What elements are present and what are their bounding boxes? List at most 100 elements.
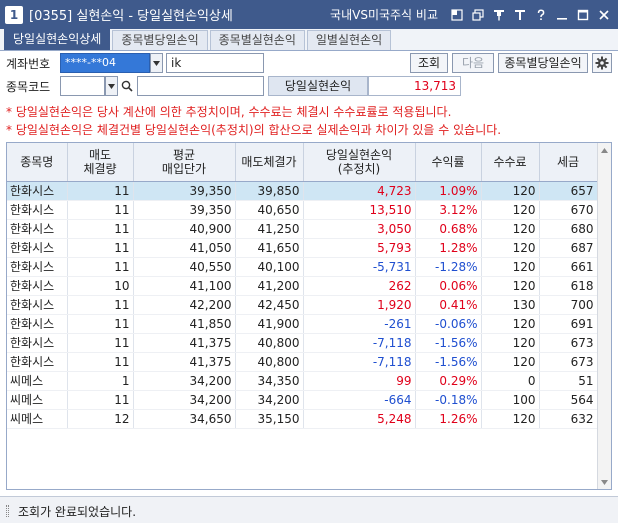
table-row[interactable]: 씨메스 12 34,650 35,150 5,248 1.26% 120 632 bbox=[7, 409, 598, 429]
close-icon[interactable] bbox=[596, 7, 612, 23]
table-row[interactable]: 한화시스 11 42,200 42,450 1,920 0.41% 130 700 bbox=[7, 295, 598, 315]
table-row[interactable]: 한화시스 11 40,550 40,100 -5,731 -1.28% 120 661 bbox=[7, 257, 598, 277]
col-header-avg-price[interactable]: 평균 매입단가 bbox=[133, 143, 236, 182]
cell-fee: 120 bbox=[481, 333, 540, 353]
account-label: 계좌번호 bbox=[6, 57, 51, 71]
daily-by-stock-button[interactable]: 종목별당일손익 bbox=[498, 53, 588, 73]
notice-estimate: * 당일실현손익은 당사 계산에 의한 추정치이며, 수수료는 체결시 수수료률… bbox=[6, 105, 452, 119]
cell-name: 씨메스 bbox=[7, 409, 68, 429]
stock-code-input[interactable] bbox=[60, 76, 105, 96]
cell-tax: 687 bbox=[539, 238, 598, 258]
tab-daily-by-stock[interactable]: 종목별당일손익 bbox=[112, 30, 208, 50]
cell-avg-price: 34,200 bbox=[133, 371, 236, 391]
table-row[interactable]: 씨메스 1 34,200 34,350 99 0.29% 0 51 bbox=[7, 371, 598, 391]
query-button[interactable]: 조회 bbox=[410, 53, 448, 73]
cell-name: 한화시스 bbox=[7, 200, 68, 220]
table-row[interactable]: 씨메스 11 34,200 34,200 -664 -0.18% 100 564 bbox=[7, 390, 598, 410]
cell-daily-pl: 1,920 bbox=[303, 295, 416, 315]
cell-sell-price: 40,800 bbox=[235, 352, 304, 372]
cell-avg-price: 40,550 bbox=[133, 257, 236, 277]
cell-fee: 130 bbox=[481, 295, 540, 315]
col-header-tax[interactable]: 세금 bbox=[539, 143, 598, 182]
cell-sell-price: 34,200 bbox=[235, 390, 304, 410]
cell-daily-pl: 5,248 bbox=[303, 409, 416, 429]
cell-tax: 564 bbox=[539, 390, 598, 410]
cell-avg-price: 41,375 bbox=[133, 333, 236, 353]
col-header-daily-pl[interactable]: 당일실현손익 (추정치) bbox=[303, 143, 416, 182]
compare-link[interactable]: 국내VS미국주식 비교 bbox=[330, 6, 438, 23]
cell-fee: 120 bbox=[481, 257, 540, 277]
stock-code-dropdown-button[interactable] bbox=[105, 76, 118, 96]
cell-avg-price: 41,100 bbox=[133, 276, 236, 296]
cell-name: 씨메스 bbox=[7, 371, 68, 391]
chevron-down-icon bbox=[108, 83, 115, 89]
cell-avg-price: 41,850 bbox=[133, 314, 236, 334]
cell-name: 한화시스 bbox=[7, 295, 68, 315]
cell-name: 한화시스 bbox=[7, 181, 68, 201]
col-header-name[interactable]: 종목명 bbox=[7, 143, 68, 182]
restore-icon[interactable] bbox=[470, 7, 486, 23]
col-header-fee[interactable]: 수수료 bbox=[481, 143, 540, 182]
scroll-up-icon[interactable] bbox=[598, 143, 611, 157]
stock-code-row: 종목코드 당일실현손익 13,713 bbox=[0, 75, 618, 97]
notice-difference: * 당일실현손익은 체결건별 당일실현손익(추정치)의 합산으로 실제손익과 차… bbox=[6, 123, 502, 137]
cell-fee: 120 bbox=[481, 276, 540, 296]
col-header-rate[interactable]: 수익률 bbox=[415, 143, 482, 182]
stock-search-button[interactable] bbox=[119, 76, 135, 96]
cell-sell-price: 41,650 bbox=[235, 238, 304, 258]
help-icon[interactable] bbox=[533, 7, 549, 23]
pin-icon[interactable] bbox=[491, 7, 507, 23]
tab-bar: 당일실현손익상세 종목별당일손익 종목별실현손익 일별실현손익 bbox=[0, 29, 618, 51]
cell-name: 한화시스 bbox=[7, 276, 68, 296]
cell-sell-qty: 11 bbox=[67, 257, 134, 277]
window-icon[interactable] bbox=[449, 7, 465, 23]
title-controls: 국내VS미국주식 비교 bbox=[330, 6, 612, 23]
cell-tax: 700 bbox=[539, 295, 598, 315]
cell-sell-qty: 12 bbox=[67, 409, 134, 429]
cell-avg-price: 34,200 bbox=[133, 390, 236, 410]
cell-avg-price: 39,350 bbox=[133, 200, 236, 220]
cell-sell-qty: 11 bbox=[67, 295, 134, 315]
table-row[interactable]: 한화시스 11 40,900 41,250 3,050 0.68% 120 680 bbox=[7, 219, 598, 239]
table-row[interactable]: 한화시스 11 41,375 40,800 -7,118 -1.56% 120 673 bbox=[7, 352, 598, 372]
cell-rate: -1.28% bbox=[415, 257, 482, 277]
cell-rate: 3.12% bbox=[415, 200, 482, 220]
status-message: 조회가 완료되었습니다. bbox=[18, 505, 137, 519]
realized-pl-grid[interactable]: 종목명 매도 체결량 평균 매입단가 매도체결가 당일실현손익 (추정치) 수익률 수… bbox=[6, 142, 612, 490]
window-title: [0355] 실현손익 - 당일실현손익상세 bbox=[29, 9, 233, 24]
cell-sell-price: 40,800 bbox=[235, 333, 304, 353]
col-header-sell-price[interactable]: 매도체결가 bbox=[235, 143, 304, 182]
cell-sell-price: 41,900 bbox=[235, 314, 304, 334]
cell-daily-pl: 262 bbox=[303, 276, 416, 296]
cell-sell-qty: 11 bbox=[67, 181, 134, 201]
cell-daily-pl: 3,050 bbox=[303, 219, 416, 239]
maximize-icon[interactable] bbox=[575, 7, 591, 23]
tab-daily-realized-detail[interactable]: 당일실현손익상세 bbox=[4, 29, 111, 50]
cell-daily-pl: 4,723 bbox=[303, 181, 416, 201]
tab-daily-realized[interactable]: 일별실현손익 bbox=[306, 30, 392, 50]
account-number-input[interactable]: ****-**04 bbox=[60, 53, 150, 73]
cell-sell-price: 40,650 bbox=[235, 200, 304, 220]
account-dropdown-button[interactable] bbox=[150, 53, 163, 73]
scroll-down-icon[interactable] bbox=[598, 475, 611, 489]
table-row[interactable]: 한화시스 11 39,350 40,650 13,510 3.12% 120 670 bbox=[7, 200, 598, 220]
gear-icon bbox=[595, 56, 609, 70]
table-row[interactable]: 한화시스 11 39,350 39,850 4,723 1.09% 120 657 bbox=[7, 181, 598, 201]
grid-vertical-scrollbar[interactable] bbox=[597, 143, 611, 489]
settings-button[interactable] bbox=[592, 53, 612, 73]
cell-daily-pl: -261 bbox=[303, 314, 416, 334]
next-button[interactable]: 다음 bbox=[452, 53, 494, 73]
table-row[interactable]: 한화시스 10 41,100 41,200 262 0.06% 120 618 bbox=[7, 276, 598, 296]
cell-fee: 120 bbox=[481, 219, 540, 239]
font-icon[interactable] bbox=[512, 7, 528, 23]
minimize-icon[interactable] bbox=[554, 7, 570, 23]
cell-tax: 632 bbox=[539, 409, 598, 429]
cell-tax: 673 bbox=[539, 333, 598, 353]
tab-realized-by-stock[interactable]: 종목별실현손익 bbox=[209, 30, 305, 50]
cell-fee: 120 bbox=[481, 409, 540, 429]
table-row[interactable]: 한화시스 11 41,850 41,900 -261 -0.06% 120 691 bbox=[7, 314, 598, 334]
cell-sell-price: 35,150 bbox=[235, 409, 304, 429]
table-row[interactable]: 한화시스 11 41,375 40,800 -7,118 -1.56% 120 673 bbox=[7, 333, 598, 353]
table-row[interactable]: 한화시스 11 41,050 41,650 5,793 1.28% 120 687 bbox=[7, 238, 598, 258]
col-header-sell-qty[interactable]: 매도 체결량 bbox=[67, 143, 134, 182]
